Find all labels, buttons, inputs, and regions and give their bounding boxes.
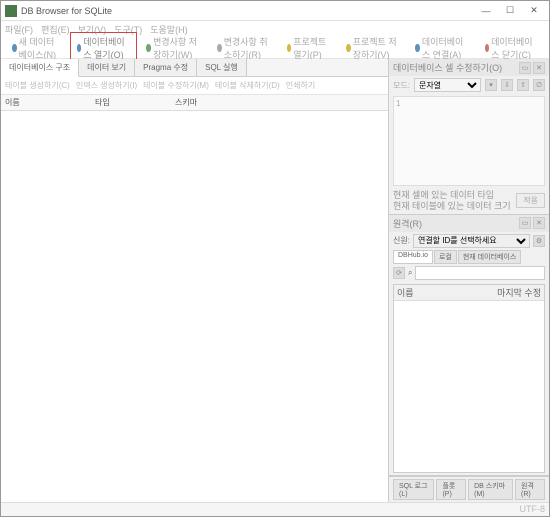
main-toolbar: 새 데이터베이스(N) 데이터베이스 열기(O) 변경사항 저장하기(W) 변경… <box>1 37 549 59</box>
structure-toolbar: 테이블 생성하기(C) 인덱스 생성하기(I) 테이블 수정하기(M) 테이블 … <box>1 77 388 95</box>
remote-refresh-icon[interactable]: ⟳ <box>393 267 405 279</box>
identity-label: 신원: <box>393 235 410 246</box>
dock-plot[interactable]: 플롯(P) <box>436 479 466 500</box>
minimize-button[interactable]: — <box>475 3 497 19</box>
left-pane: 데이터베이스 구조 데이터 보기 Pragma 수정 SQL 실행 테이블 생성… <box>1 59 389 502</box>
tab-browse[interactable]: 데이터 보기 <box>79 59 135 76</box>
remote-title: 원격(R) <box>393 217 422 230</box>
bottom-dock-tabs: SQL 로그(L) 플롯(P) DB 스키마(M) 원격(R) <box>389 476 549 502</box>
delete-table-button[interactable]: 테이블 삭제하기(D) <box>215 80 280 91</box>
window-title: DB Browser for SQLite <box>21 6 475 16</box>
remote-list[interactable]: 이름 마지막 수정 <box>393 284 545 473</box>
main-tabs: 데이터베이스 구조 데이터 보기 Pragma 수정 SQL 실행 <box>1 59 388 77</box>
create-index-button[interactable]: 인덱스 생성하기(I) <box>76 80 137 91</box>
remote-tab-dbhub[interactable]: DBHub.io <box>393 250 433 264</box>
identity-select[interactable]: 연결할 ID를 선택하세요 <box>413 234 530 248</box>
remote-panel: 원격(R) ▭ ✕ 신원: 연결할 ID를 선택하세요 ⚙ DBHub.io 로… <box>389 215 549 476</box>
cell-null-icon[interactable]: ∅ <box>533 79 545 91</box>
col-type[interactable]: 타입 <box>95 97 175 108</box>
cell-tool-icon[interactable]: ▾ <box>485 79 497 91</box>
dock-schema[interactable]: DB 스키마(M) <box>468 479 513 500</box>
cell-import-icon[interactable]: ⇩ <box>501 79 513 91</box>
cell-export-icon[interactable]: ⇧ <box>517 79 529 91</box>
tab-structure[interactable]: 데이터베이스 구조 <box>1 59 79 77</box>
apply-button[interactable]: 적용 <box>516 193 545 208</box>
dock-remote[interactable]: 원격(R) <box>515 479 545 500</box>
maximize-button[interactable]: ☐ <box>499 3 521 19</box>
panel-close-icon[interactable]: ✕ <box>533 62 545 74</box>
remote-float-icon[interactable]: ▭ <box>519 217 531 229</box>
identity-settings-icon[interactable]: ⚙ <box>533 235 545 247</box>
encoding-label: UTF-8 <box>520 504 546 515</box>
mode-label: 모드: <box>393 80 410 91</box>
right-pane: 데이터베이스 셀 수정하기(O) ▭ ✕ 모드: 문자열 ▾ ⇩ ⇧ ∅ 1 현… <box>389 59 549 502</box>
panel-float-icon[interactable]: ▭ <box>519 62 531 74</box>
col-schema[interactable]: 스키마 <box>175 97 384 108</box>
search-icon: ⌕ <box>408 268 412 278</box>
modify-table-button[interactable]: 테이블 수정하기(M) <box>143 80 209 91</box>
remote-tab-local[interactable]: 로컬 <box>434 250 457 264</box>
title-bar: DB Browser for SQLite — ☐ ✕ <box>1 1 549 21</box>
col-name[interactable]: 이름 <box>5 97 95 108</box>
schema-tree[interactable] <box>1 111 388 502</box>
app-icon <box>5 5 17 17</box>
edit-cell-title: 데이터베이스 셀 수정하기(O) <box>393 61 502 74</box>
dock-sql-log[interactable]: SQL 로그(L) <box>393 479 434 500</box>
status-bar: UTF-8 <box>1 502 549 516</box>
create-table-button[interactable]: 테이블 생성하기(C) <box>5 80 70 91</box>
remote-col-modified[interactable]: 마지막 수정 <box>497 286 541 299</box>
print-button[interactable]: 인쇄하기 <box>286 80 315 91</box>
tab-sql[interactable]: SQL 실행 <box>197 59 247 76</box>
schema-column-header: 이름 타입 스키마 <box>1 95 388 111</box>
remote-search-input[interactable] <box>415 266 545 280</box>
cell-editor[interactable]: 1 <box>393 96 545 186</box>
edit-cell-panel: 데이터베이스 셀 수정하기(O) ▭ ✕ 모드: 문자열 ▾ ⇩ ⇧ ∅ 1 현… <box>389 59 549 215</box>
cell-info-text: 현재 셀에 있는 데이터 타입 현재 테이블에 있는 데이터 크기 <box>393 190 511 212</box>
tab-pragma[interactable]: Pragma 수정 <box>135 59 197 76</box>
close-button[interactable]: ✕ <box>523 3 545 19</box>
remote-close-icon[interactable]: ✕ <box>533 217 545 229</box>
remote-tab-current[interactable]: 현재 데이터베이스 <box>458 250 521 264</box>
mode-select[interactable]: 문자열 <box>414 78 481 92</box>
remote-col-name[interactable]: 이름 <box>397 286 497 299</box>
